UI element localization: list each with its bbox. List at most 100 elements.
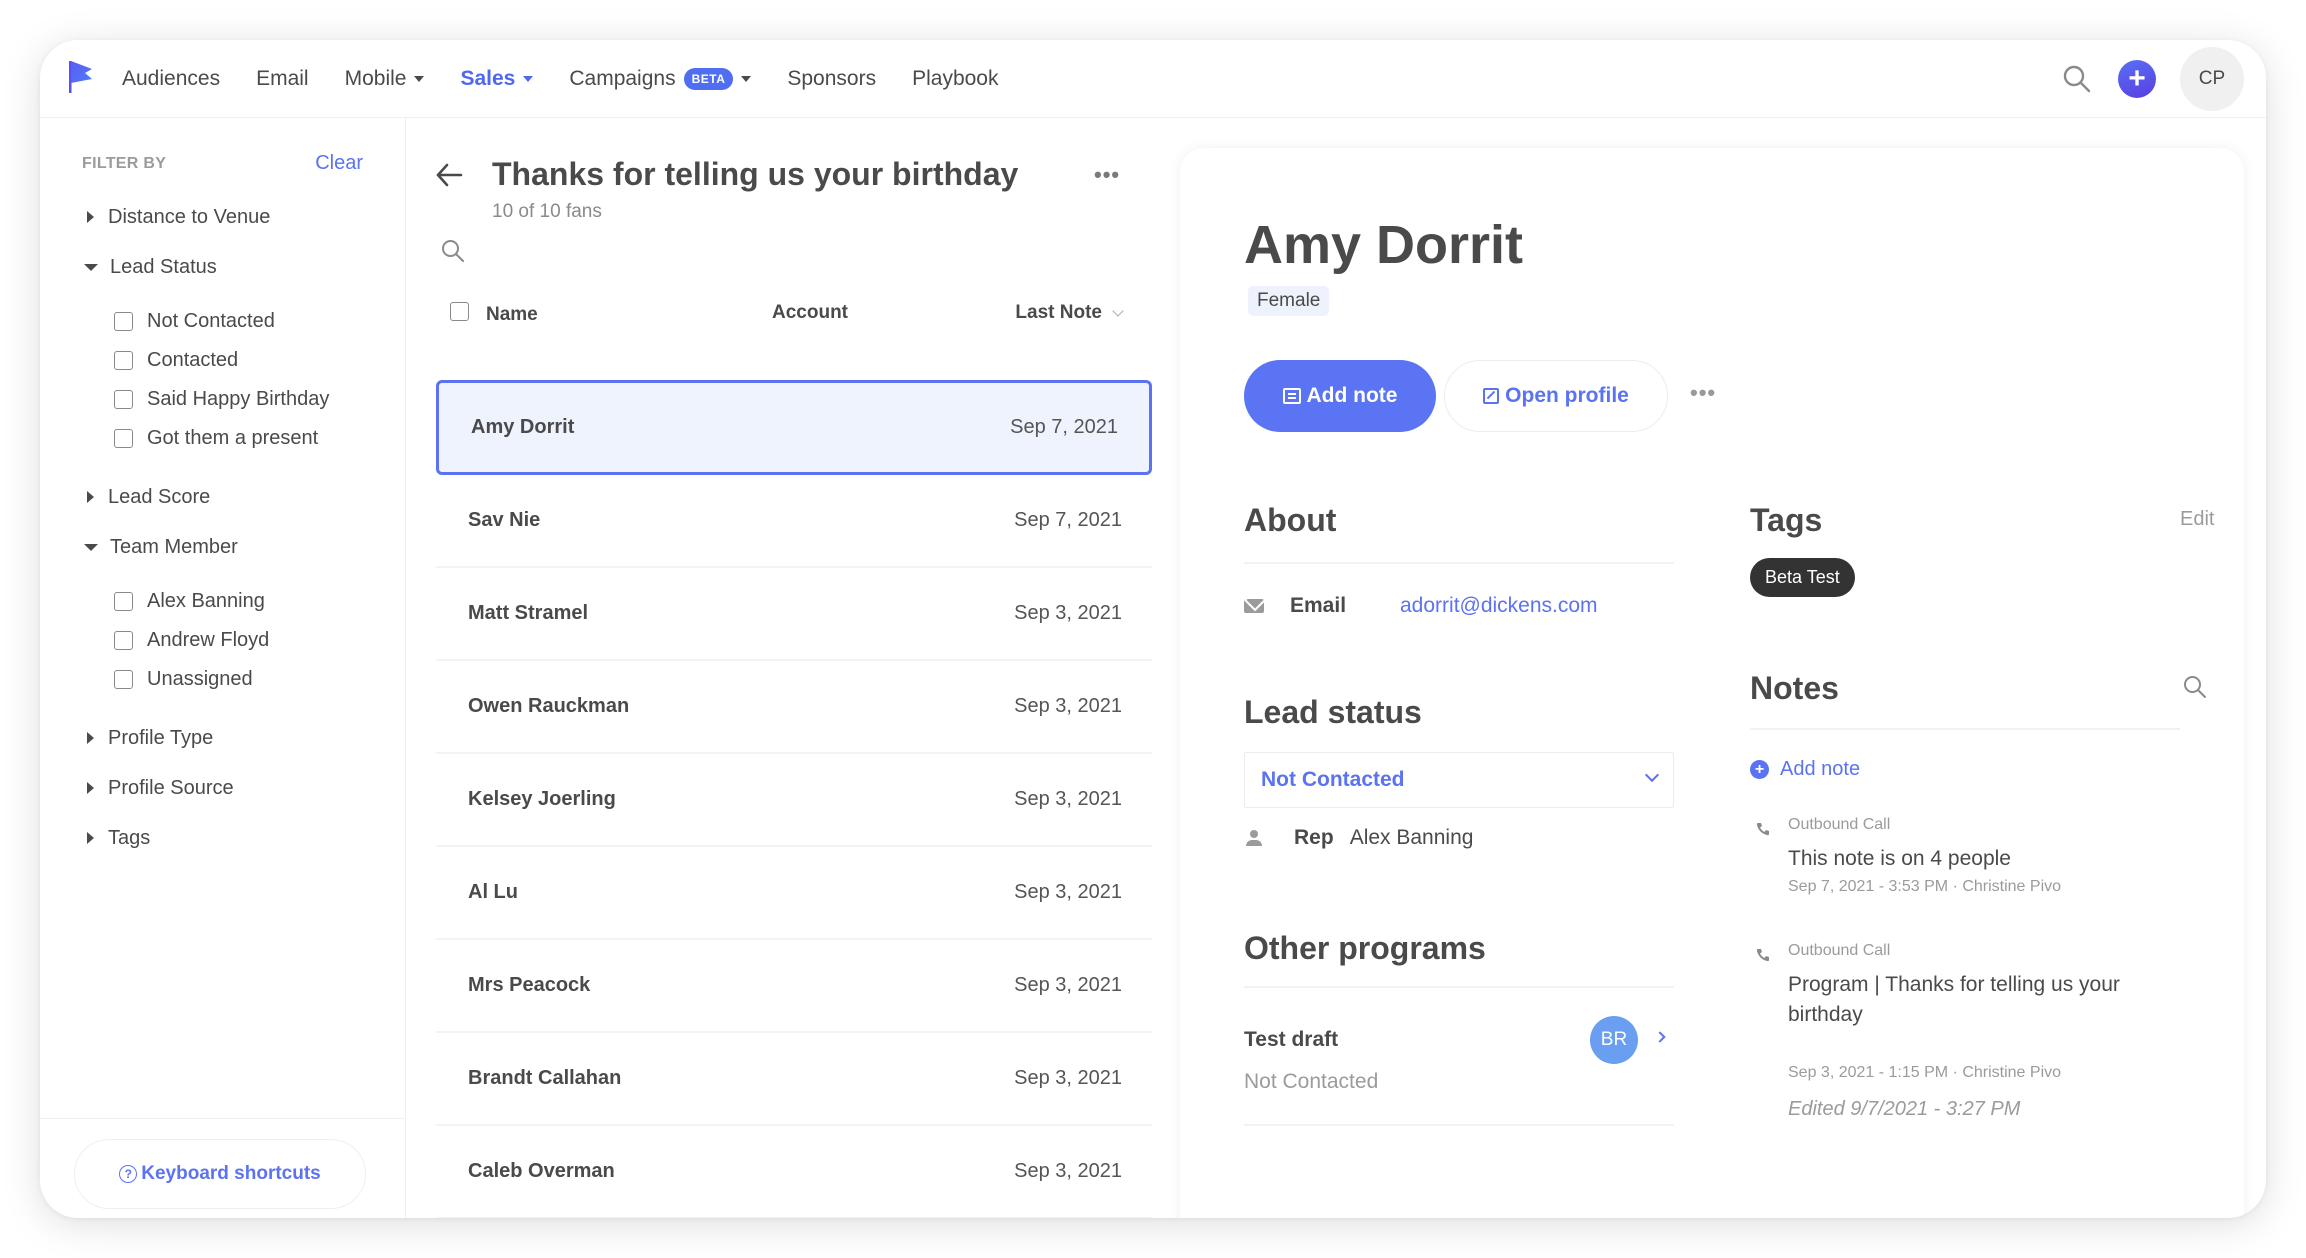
sort-chevron-icon [1112, 304, 1124, 317]
filter-group-lead-status[interactable]: Lead Status [84, 242, 385, 292]
table-row[interactable]: Mrs Peacock Sep 3, 2021 [436, 940, 1152, 1033]
add-note-button[interactable]: Add note [1244, 360, 1436, 432]
table-row[interactable]: Amy Dorrit Sep 7, 2021 [436, 380, 1152, 475]
nav-item-label: Sales [460, 67, 516, 90]
filter-option[interactable]: Alex Banning [114, 582, 385, 621]
filter-group-team-member[interactable]: Team Member [84, 522, 385, 572]
more-options-button[interactable]: ••• [1094, 162, 1120, 188]
filter-option[interactable]: Unassigned [114, 660, 385, 699]
filter-checkbox[interactable] [114, 631, 133, 650]
select-all-checkbox[interactable] [450, 302, 469, 321]
lead-status-heading: Lead status [1244, 694, 1422, 730]
divider [1750, 728, 2180, 730]
gender-badge: Female [1248, 286, 1330, 316]
filter-group-profile-type[interactable]: Profile Type [84, 713, 385, 763]
filter-group-distance-to-venue[interactable]: Distance to Venue [84, 192, 385, 242]
filter-group-label: Distance to Venue [108, 205, 271, 228]
row-last-note: Sep 3, 2021 [1014, 695, 1122, 717]
nav-item-email[interactable]: Email [256, 67, 309, 91]
column-last-note-label: Last Note [1015, 302, 1102, 323]
nav-item-audiences[interactable]: Audiences [122, 67, 220, 91]
filter-checkbox[interactable] [114, 390, 133, 409]
table-row[interactable]: Al Lu Sep 3, 2021 [436, 847, 1152, 940]
add-note-link[interactable]: + Add note [1750, 758, 1860, 781]
program-status: Not Contacted [1244, 1070, 1379, 1093]
user-avatar[interactable]: CP [2180, 47, 2244, 111]
fan-count: 10 of 10 fans [492, 201, 602, 222]
filter-option[interactable]: Not Contacted [114, 302, 385, 341]
nav-item-label: Campaigns [569, 67, 676, 90]
nav-item-label: Mobile [344, 67, 407, 90]
clear-filters-button[interactable]: Clear [315, 152, 363, 175]
open-profile-button[interactable]: Open profile [1444, 360, 1668, 432]
row-name: Sav Nie [468, 509, 541, 531]
edit-tags-button[interactable]: Edit [2180, 508, 2214, 531]
filter-option-label: Andrew Floyd [147, 629, 270, 651]
note-type: Outbound Call [1788, 942, 1891, 959]
note-meta: Sep 3, 2021 - 1:15 PM · Christine Pivo [1788, 1064, 2062, 1081]
nav-item-playbook[interactable]: Playbook [912, 67, 998, 91]
table-row[interactable]: Kelsey Joerling Sep 3, 2021 [436, 754, 1152, 847]
nav-item-sponsors[interactable]: Sponsors [787, 67, 876, 91]
person-icon [1244, 828, 1264, 848]
row-name: Kelsey Joerling [468, 788, 616, 810]
back-arrow-icon[interactable] [434, 160, 464, 190]
notes-heading: Notes [1750, 670, 1839, 706]
create-plus-button[interactable]: + [2118, 60, 2156, 98]
nav-item-mobile[interactable]: Mobile [345, 67, 425, 91]
note-type: Outbound Call [1788, 816, 1891, 833]
program-item[interactable]: Test draft Not Contacted BR [1244, 986, 1674, 1126]
detail-more-button[interactable]: ••• [1690, 380, 1716, 406]
program-title: Thanks for telling us your birthday [492, 156, 1019, 192]
list-search-icon[interactable] [440, 238, 466, 264]
row-name: Matt Stramel [468, 602, 589, 624]
fan-name: Amy Dorrit [1244, 215, 1524, 275]
notes-search-icon[interactable] [2182, 674, 2208, 700]
program-owner-avatar: BR [1590, 1016, 1638, 1064]
search-icon[interactable] [2062, 64, 2092, 94]
lead-status-select[interactable]: Not Contacted [1244, 752, 1674, 808]
table-row[interactable]: Owen Rauckman Sep 3, 2021 [436, 661, 1152, 754]
caret-down-icon [414, 76, 425, 82]
other-programs-heading: Other programs [1244, 930, 1486, 966]
filter-by-label: FILTER BY [82, 154, 167, 172]
table-row[interactable]: Matt Stramel Sep 3, 2021 [436, 568, 1152, 661]
filter-group-lead-score[interactable]: Lead Score [84, 472, 385, 522]
rep-row: Rep Alex Banning [1244, 826, 1473, 850]
filter-group-profile-source[interactable]: Profile Source [84, 763, 385, 813]
filter-group-label: Team Member [110, 535, 238, 558]
tag-chip[interactable]: Beta Test [1750, 558, 1855, 597]
email-link[interactable]: adorrit@dickens.com [1400, 594, 1598, 618]
fan-detail-panel: Amy Dorrit Female Add note Open profile … [1180, 148, 2244, 1218]
lead-status-value: Not Contacted [1261, 768, 1405, 791]
filter-option[interactable]: Contacted [114, 341, 385, 380]
caret-down-icon [523, 76, 534, 82]
table-row[interactable]: Brandt Callahan Sep 3, 2021 [436, 1033, 1152, 1126]
mail-icon [1244, 599, 1264, 613]
flag-logo-icon[interactable] [68, 60, 94, 94]
nav-item-label: Audiences [122, 67, 221, 90]
table-row[interactable]: Caleb Overman Sep 3, 2021 [436, 1126, 1152, 1218]
rep-value[interactable]: Alex Banning [1350, 826, 1474, 850]
keyboard-shortcuts-button[interactable]: ? Keyboard shortcuts [74, 1139, 366, 1209]
nav-item-sales[interactable]: Sales [460, 67, 534, 91]
filter-option[interactable]: Andrew Floyd [114, 621, 385, 660]
filter-option-label: Contacted [147, 349, 239, 371]
filter-checkbox[interactable] [114, 670, 133, 689]
column-name[interactable]: Name [486, 304, 538, 326]
column-last-note[interactable]: Last Note [1015, 302, 1124, 324]
filter-option[interactable]: Said Happy Birthday [114, 380, 385, 419]
table-row[interactable]: Sav Nie Sep 7, 2021 [436, 475, 1152, 568]
column-account[interactable]: Account [772, 302, 848, 324]
filter-option[interactable]: Got them a present [114, 419, 385, 458]
nav-item-label: Sponsors [787, 67, 877, 90]
filter-checkbox[interactable] [114, 429, 133, 448]
filter-group-tags[interactable]: Tags [84, 813, 385, 863]
filter-checkbox[interactable] [114, 351, 133, 370]
phone-icon [1756, 949, 1769, 962]
nav-item-campaigns[interactable]: Campaigns BETA [569, 67, 752, 91]
rep-label: Rep [1294, 826, 1334, 849]
filter-checkbox[interactable] [114, 592, 133, 611]
filter-checkbox[interactable] [114, 312, 133, 331]
row-name: Brandt Callahan [468, 1067, 622, 1089]
